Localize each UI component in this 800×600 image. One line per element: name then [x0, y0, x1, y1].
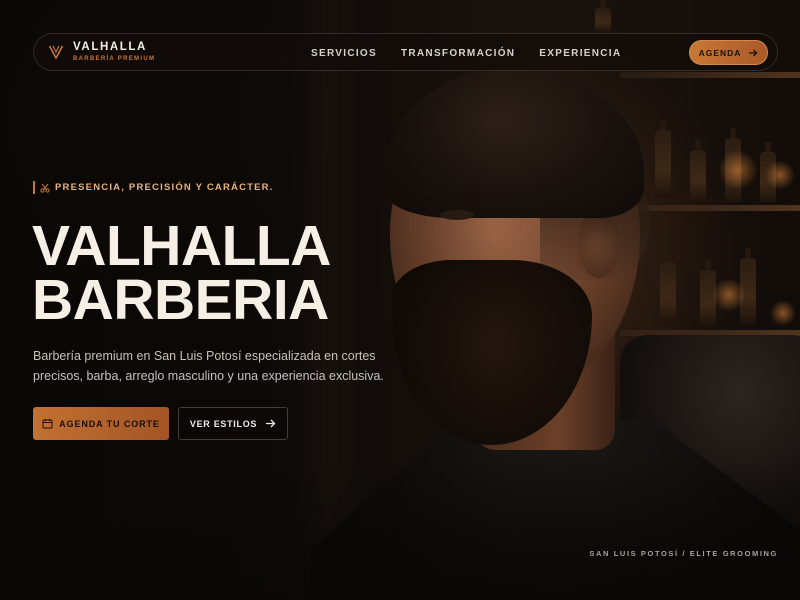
agenda-tu-corte-label: AGENDA TU CORTE [59, 418, 160, 429]
brand-text: VALHALLA BARBERÍA PREMIUM [73, 40, 156, 63]
arrow-right-icon [749, 49, 758, 56]
eyebrow-text: PRESENCIA, PRECISIÓN Y CARÁCTER. [55, 182, 274, 193]
agenda-button[interactable]: AGENDA [689, 40, 768, 65]
top-navbar: VALHALLA BARBERÍA PREMIUM SERVICIOS TRAN… [33, 33, 778, 71]
calendar-icon [42, 419, 53, 429]
nav-link-servicios[interactable]: SERVICIOS [311, 48, 377, 59]
brand-logo-link[interactable]: VALHALLA BARBERÍA PREMIUM [48, 40, 156, 63]
nav-link-experiencia[interactable]: EXPERIENCIA [539, 48, 621, 59]
hero-title: VALHALLA BARBERIA [32, 214, 331, 332]
location-tagline: SAN LUIS POTOSÍ / ELITE GROOMING [589, 549, 778, 558]
eyebrow-accent-bar [33, 181, 35, 194]
hero-description: Barbería premium en San Luis Potosí espe… [33, 349, 384, 383]
v-monogram-icon [48, 45, 64, 60]
ver-estilos-label: VER ESTILOS [189, 418, 258, 429]
scissors-icon [40, 183, 50, 193]
nav-link-transformacion[interactable]: TRANSFORMACIÓN [401, 48, 515, 59]
agenda-button-label: AGENDA [698, 47, 742, 58]
nav-links: SERVICIOS TRANSFORMACIÓN EXPERIENCIA [311, 34, 645, 72]
arrow-right-icon [266, 419, 276, 428]
hero-title-line2: BARBERIA [32, 268, 329, 332]
brand-subtitle: BARBERÍA PREMIUM [73, 56, 156, 63]
hero-eyebrow: PRESENCIA, PRECISIÓN Y CARÁCTER. [33, 181, 274, 194]
ver-estilos-button[interactable]: VER ESTILOS [178, 407, 288, 440]
agenda-tu-corte-button[interactable]: AGENDA TU CORTE [33, 407, 169, 440]
bottom-gradient-overlay [0, 460, 800, 600]
hero-title-line1: VALHALLA [32, 214, 331, 278]
brand-name: VALHALLA [73, 40, 147, 53]
